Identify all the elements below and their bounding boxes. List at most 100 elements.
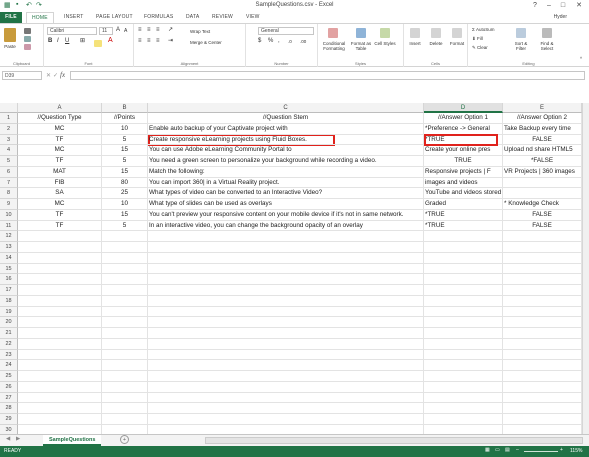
empty-cell[interactable] [102, 252, 148, 264]
row-header[interactable]: 2 [0, 123, 18, 135]
format-cells-icon[interactable] [452, 28, 462, 38]
empty-cell[interactable] [18, 349, 102, 361]
paste-icon[interactable] [4, 28, 16, 42]
cell-c4[interactable]: You can use Adobe eLearning Community Po… [148, 145, 424, 156]
row-header[interactable]: 9 [0, 199, 18, 210]
empty-cell[interactable] [503, 317, 582, 328]
cell-c2[interactable]: Enable auto backup of your Captivate pro… [148, 123, 424, 135]
cell-a3[interactable]: TF [18, 134, 102, 146]
row-header[interactable]: 27 [0, 392, 18, 404]
empty-cell[interactable] [18, 252, 102, 264]
empty-cell[interactable] [148, 414, 424, 425]
row-header[interactable]: 20 [0, 317, 18, 328]
cell-b3[interactable]: 5 [102, 134, 148, 146]
row-header[interactable]: 17 [0, 285, 18, 296]
cell-c6[interactable]: Match the following: [148, 166, 424, 178]
cell-styles-icon[interactable] [380, 28, 390, 38]
tab-page-layout[interactable]: PAGE LAYOUT [96, 14, 133, 20]
tab-review[interactable]: REVIEW [212, 14, 233, 20]
empty-cell[interactable] [18, 242, 102, 253]
empty-cell[interactable] [148, 306, 424, 318]
empty-cell[interactable] [503, 263, 582, 275]
cell-b8[interactable]: 25 [102, 188, 148, 199]
empty-cell[interactable] [102, 317, 148, 328]
tab-home[interactable]: HOME [26, 12, 54, 23]
empty-cell[interactable] [424, 285, 503, 296]
empty-cell[interactable] [503, 328, 582, 339]
fill-color-icon[interactable] [94, 40, 102, 47]
empty-cell[interactable] [18, 414, 102, 425]
delete-button[interactable]: Delete [426, 41, 446, 46]
cell-e9[interactable]: * Knowledge Check [503, 199, 582, 210]
empty-cell[interactable] [18, 424, 102, 434]
row-header[interactable]: 5 [0, 156, 18, 167]
empty-cell[interactable] [503, 252, 582, 264]
formula-input[interactable] [70, 71, 585, 80]
row-header[interactable]: 13 [0, 242, 18, 253]
column-header-e[interactable]: E [503, 103, 582, 113]
format-button[interactable]: Format [447, 41, 467, 46]
cell-d6[interactable]: Responsive projects | F [424, 166, 503, 178]
row-header[interactable]: 26 [0, 381, 18, 393]
empty-cell[interactable] [148, 392, 424, 404]
conditional-formatting-button[interactable]: Conditional Formatting [320, 41, 348, 51]
zoom-level[interactable]: 115% [570, 448, 582, 454]
cell-a7[interactable]: FIB [18, 177, 102, 189]
column-header-b[interactable]: B [102, 103, 148, 113]
empty-cell[interactable] [424, 360, 503, 371]
align-right-icon[interactable]: ≡ [156, 38, 160, 44]
empty-cell[interactable] [102, 295, 148, 307]
cell-b9[interactable]: 10 [102, 199, 148, 210]
empty-cell[interactable] [503, 392, 582, 404]
empty-cell[interactable] [18, 360, 102, 371]
empty-cell[interactable] [148, 349, 424, 361]
cell-e5[interactable]: *FALSE [503, 156, 582, 167]
format-as-table-icon[interactable] [356, 28, 366, 38]
empty-cell[interactable] [102, 285, 148, 296]
cell-d1[interactable]: //Answer Option 1 [424, 113, 503, 124]
column-header-d[interactable]: D [424, 103, 503, 113]
empty-cell[interactable] [102, 274, 148, 285]
cell-e2[interactable]: Take Backup every time [503, 123, 582, 135]
row-header[interactable]: 28 [0, 403, 18, 414]
empty-cell[interactable] [424, 242, 503, 253]
tab-formulas[interactable]: FORMULAS [144, 14, 173, 20]
row-header[interactable]: 23 [0, 349, 18, 361]
align-left-icon[interactable]: ≡ [138, 38, 142, 44]
empty-cell[interactable] [503, 424, 582, 434]
borders-icon[interactable]: ⊞ [80, 38, 85, 44]
enter-icon[interactable]: ✓ [53, 72, 58, 79]
tab-insert[interactable]: INSERT [64, 14, 83, 20]
empty-cell[interactable] [18, 263, 102, 275]
cell-d2[interactable]: *Preference -> General [424, 123, 503, 135]
zoom-out-icon[interactable]: – [516, 447, 519, 453]
empty-cell[interactable] [424, 263, 503, 275]
empty-cell[interactable] [18, 306, 102, 318]
row-header[interactable]: 24 [0, 360, 18, 371]
row-header[interactable]: 16 [0, 274, 18, 285]
normal-view-icon[interactable]: ▦ [485, 447, 490, 453]
zoom-slider[interactable] [524, 451, 558, 452]
row-header[interactable]: 25 [0, 371, 18, 382]
empty-cell[interactable] [148, 381, 424, 393]
empty-cell[interactable] [148, 285, 424, 296]
empty-cell[interactable] [148, 242, 424, 253]
empty-cell[interactable] [503, 349, 582, 361]
row-header[interactable]: 19 [0, 306, 18, 318]
empty-cell[interactable] [102, 392, 148, 404]
empty-cell[interactable] [424, 424, 503, 434]
next-sheet-icon[interactable]: ▶ [16, 436, 20, 442]
italic-icon[interactable]: I [57, 38, 59, 44]
font-name-select[interactable]: Calibri [47, 27, 97, 35]
row-header[interactable]: 14 [0, 252, 18, 264]
cell-c8[interactable]: What types of video can be converted to … [148, 188, 424, 199]
empty-cell[interactable] [102, 306, 148, 318]
cell-c1[interactable]: //Question Stem [148, 113, 424, 124]
empty-cell[interactable] [148, 231, 424, 242]
conditional-formatting-icon[interactable] [328, 28, 338, 38]
clear-button[interactable]: ✎ Clear [472, 45, 488, 50]
cell-a5[interactable]: TF [18, 156, 102, 167]
cell-d7[interactable]: images and videos [424, 177, 503, 189]
cell-c11[interactable]: In an interactive video, you can change … [148, 220, 424, 232]
empty-cell[interactable] [424, 274, 503, 285]
